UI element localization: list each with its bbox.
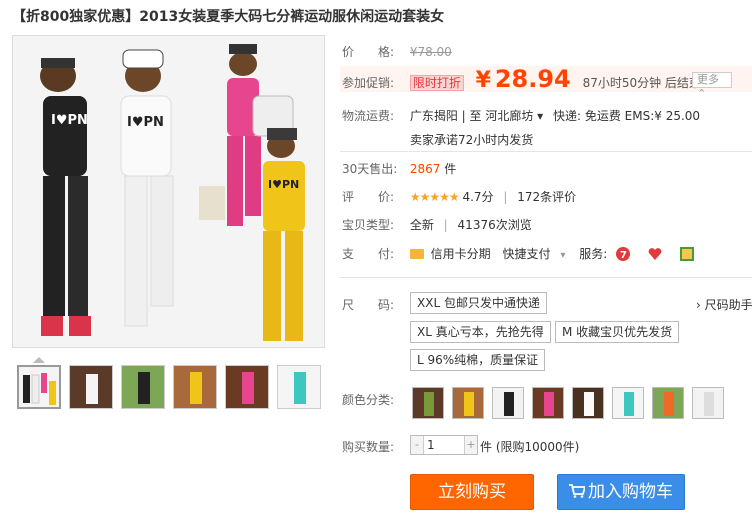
color-label: 颜色分类: <box>342 393 395 407</box>
color-swatch[interactable] <box>612 387 644 419</box>
thumbnail[interactable] <box>121 365 165 409</box>
quantity-label: 购买数量: <box>342 440 395 454</box>
seven-day-return-icon[interactable]: 7 <box>615 246 631 262</box>
thumbnail[interactable] <box>173 365 217 409</box>
quantity-decrease-button[interactable]: - <box>411 436 424 454</box>
quantity-label-row: 购买数量: <box>342 438 406 455</box>
separator: | <box>443 218 448 232</box>
sales-unit: 件 <box>444 162 457 176</box>
divider <box>340 277 752 278</box>
cart-icon <box>569 484 587 498</box>
item-condition: 全新 <box>409 218 434 232</box>
thumbnail-strip <box>17 365 329 409</box>
size-option-xl[interactable]: XL 真心亏本，先抢先得 <box>410 321 551 343</box>
review-count-link[interactable]: 172条评价 <box>517 190 576 204</box>
currency-symbol: ¥ <box>475 68 491 93</box>
quantity-increase-button[interactable]: + <box>464 436 477 454</box>
shipping-promise: 卖家承诺72小时内发货 <box>410 133 534 147</box>
quick-pay[interactable]: 快捷支付 <box>503 247 551 261</box>
promo-row: 参加促销: 限时打折 ¥ 28.94 87小时50分钟 后结束 <box>342 66 701 96</box>
add-to-cart-button[interactable]: 加入购物车 <box>557 474 685 510</box>
color-swatch[interactable] <box>492 387 524 419</box>
quantity-limit-note: 件 (限购10000件) <box>480 440 580 454</box>
add-to-cart-label: 加入购物车 <box>588 482 673 502</box>
price-label: 价 格: <box>342 45 395 59</box>
service-label: 服务: <box>579 247 608 261</box>
more-promos-button[interactable]: 更多 ⌃ <box>692 72 732 100</box>
buy-now-button[interactable]: 立刻购买 <box>410 474 534 510</box>
promo-badge: 限时打折 <box>409 75 464 91</box>
item-type-label: 宝贝类型: <box>342 218 395 232</box>
shipping-label: 物流运费: <box>342 109 395 123</box>
thumbnail[interactable] <box>69 365 113 409</box>
rating-label: 评 价: <box>342 190 395 204</box>
guarantee-heart-icon[interactable] <box>647 246 663 262</box>
separator: | <box>503 190 508 204</box>
product-main-image[interactable]: I♥PN I♥PN I♥PN <box>12 35 325 348</box>
promo-countdown: 87小时50分钟 后结束 <box>582 76 701 90</box>
payment-label: 支 付: <box>342 247 395 261</box>
original-price: ¥78.00 <box>409 45 452 59</box>
size-option-m[interactable]: M 收藏宝贝优先发货 <box>555 321 680 343</box>
shipping-fees: 快递: 免运费 EMS:¥ 25.00 <box>552 109 701 123</box>
payment-dropdown-icon[interactable]: ▾ <box>560 250 565 261</box>
promo-label: 参加促销: <box>342 76 395 90</box>
item-type-row: 宝贝类型: 全新 | 41376次浏览 <box>342 216 532 233</box>
certified-icon[interactable] <box>679 246 695 262</box>
color-swatch[interactable] <box>572 387 604 419</box>
svg-text:7: 7 <box>620 250 627 261</box>
size-option-l[interactable]: L 96%纯棉，质量保证 <box>410 349 546 371</box>
color-swatch[interactable] <box>692 387 724 419</box>
payment-row: 支 付: 信用卡分期 快捷支付 ▾ 服务: 7 <box>342 245 695 262</box>
svg-text:I♥PN: I♥PN <box>127 115 164 130</box>
color-swatch[interactable] <box>532 387 564 419</box>
sales-count: 2867 <box>409 162 441 176</box>
quantity-input[interactable]: 1 <box>425 436 465 454</box>
sales-label: 30天售出: <box>342 162 398 176</box>
divider <box>340 151 752 152</box>
quantity-stepper: - 1 + <box>410 435 478 455</box>
color-swatch[interactable] <box>652 387 684 419</box>
svg-text:I♥PN: I♥PN <box>51 113 88 128</box>
color-swatch[interactable] <box>412 387 444 419</box>
promo-price: 28.94 <box>494 65 571 93</box>
size-label: 尺 码: <box>342 298 395 312</box>
thumbnail[interactable] <box>17 365 61 409</box>
sales-row: 30天售出: 2867 件 <box>342 160 456 177</box>
price-row: 价 格: ¥78.00 <box>342 43 452 60</box>
size-option-xxl[interactable]: XXL 包邮只发中通快递 <box>410 292 547 314</box>
size-label-row: 尺 码: <box>342 296 406 313</box>
thumbnail[interactable] <box>225 365 269 409</box>
view-count: 41376次浏览 <box>457 218 532 232</box>
color-label-row: 颜色分类: <box>342 391 406 408</box>
svg-text:I♥PN: I♥PN <box>268 178 299 191</box>
product-title: 【折800独家优惠】2013女装夏季大码七分裤运动服休闲运动套装女 <box>12 9 445 25</box>
credit-card-icon <box>409 249 424 259</box>
thumbnail[interactable] <box>277 365 321 409</box>
credit-installment[interactable]: 信用卡分期 <box>431 247 491 261</box>
rating-score: 4.7分 <box>462 190 494 204</box>
size-helper-link[interactable]: › 尺码助手 <box>696 296 752 313</box>
thumbnail-pointer <box>33 357 45 363</box>
color-swatch[interactable] <box>452 387 484 419</box>
rating-stars: ★★★★★ <box>409 190 460 204</box>
rating-row: 评 价: ★★★★★ 4.7分 | 172条评价 <box>342 188 576 205</box>
shipping-route[interactable]: 广东揭阳 | 至 河北廊坊 ▾ <box>410 109 543 123</box>
shipping-row: 物流运费: 广东揭阳 | 至 河北廊坊 ▾ 快递: 免运费 EMS:¥ 25.0… <box>342 107 700 124</box>
